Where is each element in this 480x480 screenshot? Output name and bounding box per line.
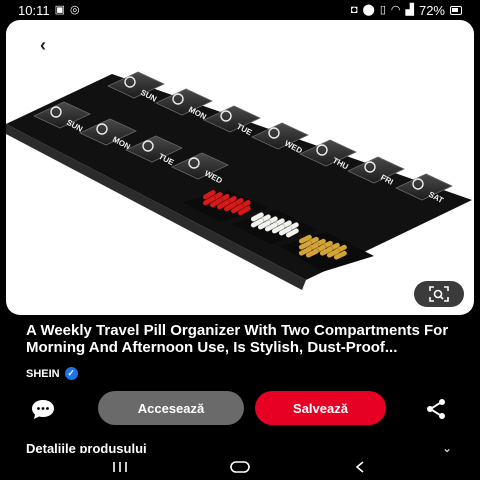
camera-icon: ◘ bbox=[350, 3, 358, 16]
back-arrow-icon: ‹ bbox=[40, 34, 46, 55]
comment-icon[interactable] bbox=[28, 397, 58, 421]
product-title: A Weekly Travel Pill Organizer With Two … bbox=[26, 322, 449, 356]
home-icon bbox=[230, 461, 250, 473]
save-button[interactable]: Salvează bbox=[255, 391, 386, 425]
system-nav-bar bbox=[0, 454, 480, 480]
more-options-button[interactable]: ••• bbox=[408, 30, 462, 60]
pill-organizer-illustration: SUNMONTUEWEDTHUFRISAT SUNMONTUEWED bbox=[6, 71, 472, 290]
battery-icon bbox=[450, 5, 462, 15]
visual-search-button[interactable] bbox=[414, 281, 464, 307]
product-image[interactable]: SUN MON TUE WED THU FRI SAT SUN MON TUE WED ‹ ••• bbox=[6, 20, 474, 315]
recent-apps-button[interactable] bbox=[105, 457, 135, 477]
visit-button[interactable]: Accesează bbox=[98, 391, 244, 425]
back-button[interactable]: ‹ bbox=[16, 30, 70, 60]
whatsapp-icon: ◎ bbox=[69, 3, 80, 16]
source-name[interactable]: SHEIN bbox=[26, 368, 60, 380]
more-icon: ••• bbox=[424, 34, 446, 55]
location-icon: ⬤ bbox=[362, 3, 375, 16]
battery-percent: 72% bbox=[418, 2, 445, 18]
back-chevron-icon bbox=[355, 461, 364, 473]
status-time: 10:11 bbox=[18, 2, 50, 18]
vibrate-icon: ▯ bbox=[379, 3, 386, 16]
image-icon: ▣ bbox=[54, 3, 65, 16]
share-icon[interactable] bbox=[424, 397, 448, 421]
action-bar: Accesează Salvează bbox=[0, 390, 480, 426]
recents-icon bbox=[113, 462, 127, 472]
system-back-button[interactable] bbox=[345, 457, 375, 477]
home-button[interactable] bbox=[225, 457, 255, 477]
source-row[interactable]: SHEIN ✓ bbox=[26, 367, 78, 380]
signal-icon: ▟ bbox=[405, 3, 414, 16]
chevron-down-icon[interactable]: ⌄ bbox=[442, 441, 452, 453]
product-details-heading[interactable]: Detaliile produsului bbox=[26, 441, 147, 453]
verified-badge-icon: ✓ bbox=[64, 367, 78, 380]
lens-icon bbox=[429, 286, 449, 302]
status-bar: 10:11 ▣ ◎ ◘ ⬤ ▯ ◠ ▟ 72% bbox=[0, 0, 480, 20]
wifi-icon: ◠ bbox=[390, 3, 401, 16]
